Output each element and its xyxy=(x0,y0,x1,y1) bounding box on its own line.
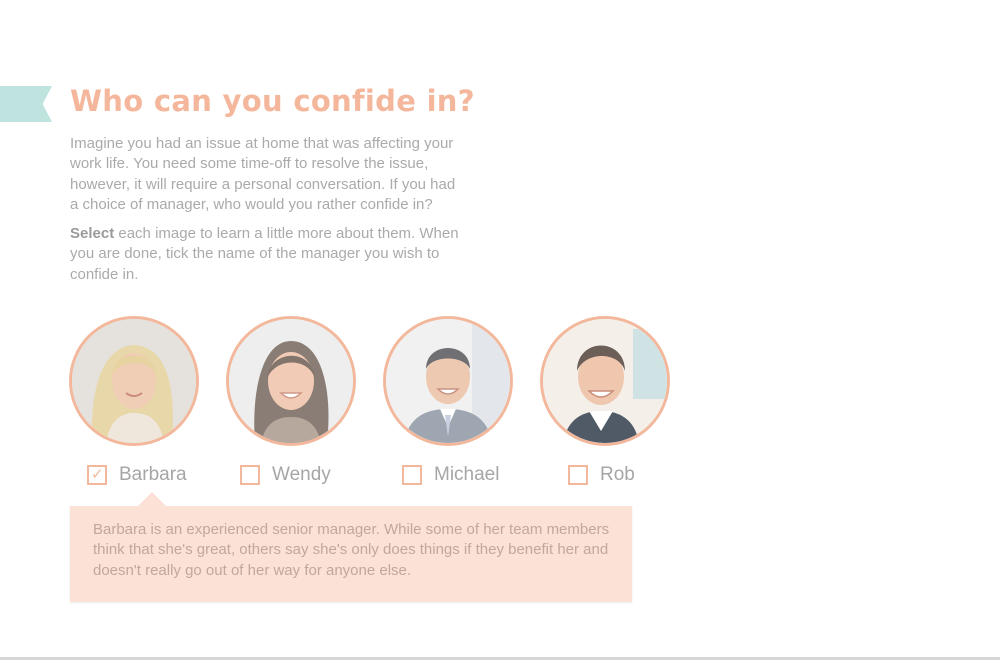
checkbox-wendy[interactable] xyxy=(240,465,260,485)
portrait-barbara[interactable] xyxy=(69,316,199,446)
activity-page: Who can you confide in? Imagine you had … xyxy=(0,0,1000,660)
checkmark-icon: ✓ xyxy=(91,466,104,483)
section-ribbon xyxy=(0,86,52,122)
choice-label-barbara: Barbara xyxy=(119,464,187,485)
instructions-paragraph: Select each image to learn a little more… xyxy=(70,224,465,285)
checkbox-barbara[interactable]: ✓ xyxy=(87,465,107,485)
man-photo-icon xyxy=(543,319,667,443)
choice-wendy[interactable]: Wendy xyxy=(240,462,331,488)
woman-photo-icon xyxy=(229,319,353,443)
portrait-michael[interactable] xyxy=(383,316,513,446)
page-title: Who can you confide in? xyxy=(70,84,475,118)
choice-label-michael: Michael xyxy=(434,464,500,485)
portrait-image-rob[interactable] xyxy=(540,316,670,446)
portrait-image-michael[interactable] xyxy=(383,316,513,446)
portrait-rob[interactable] xyxy=(540,316,670,446)
checkbox-michael[interactable] xyxy=(402,465,422,485)
info-callout-text: Barbara is an experienced senior manager… xyxy=(93,521,610,579)
portrait-image-barbara[interactable] xyxy=(69,316,199,446)
instructions-text: each image to learn a little more about … xyxy=(70,225,459,283)
intro-paragraph: Imagine you had an issue at home that wa… xyxy=(70,135,456,213)
instructions-bold: Select xyxy=(70,225,115,242)
portrait-image-wendy[interactable] xyxy=(226,316,356,446)
checkbox-rob[interactable] xyxy=(568,465,588,485)
choice-label-wendy: Wendy xyxy=(272,464,331,485)
choice-label-rob: Rob xyxy=(600,464,635,485)
info-callout-pointer xyxy=(138,492,166,506)
choice-barbara[interactable]: ✓ Barbara xyxy=(87,462,187,488)
choice-rob[interactable]: Rob xyxy=(568,462,635,488)
portrait-wendy[interactable] xyxy=(226,316,356,446)
choice-michael[interactable]: Michael xyxy=(402,462,499,488)
woman-photo-icon xyxy=(72,319,196,443)
man-photo-icon xyxy=(386,319,510,443)
info-callout: Barbara is an experienced senior manager… xyxy=(70,506,632,602)
